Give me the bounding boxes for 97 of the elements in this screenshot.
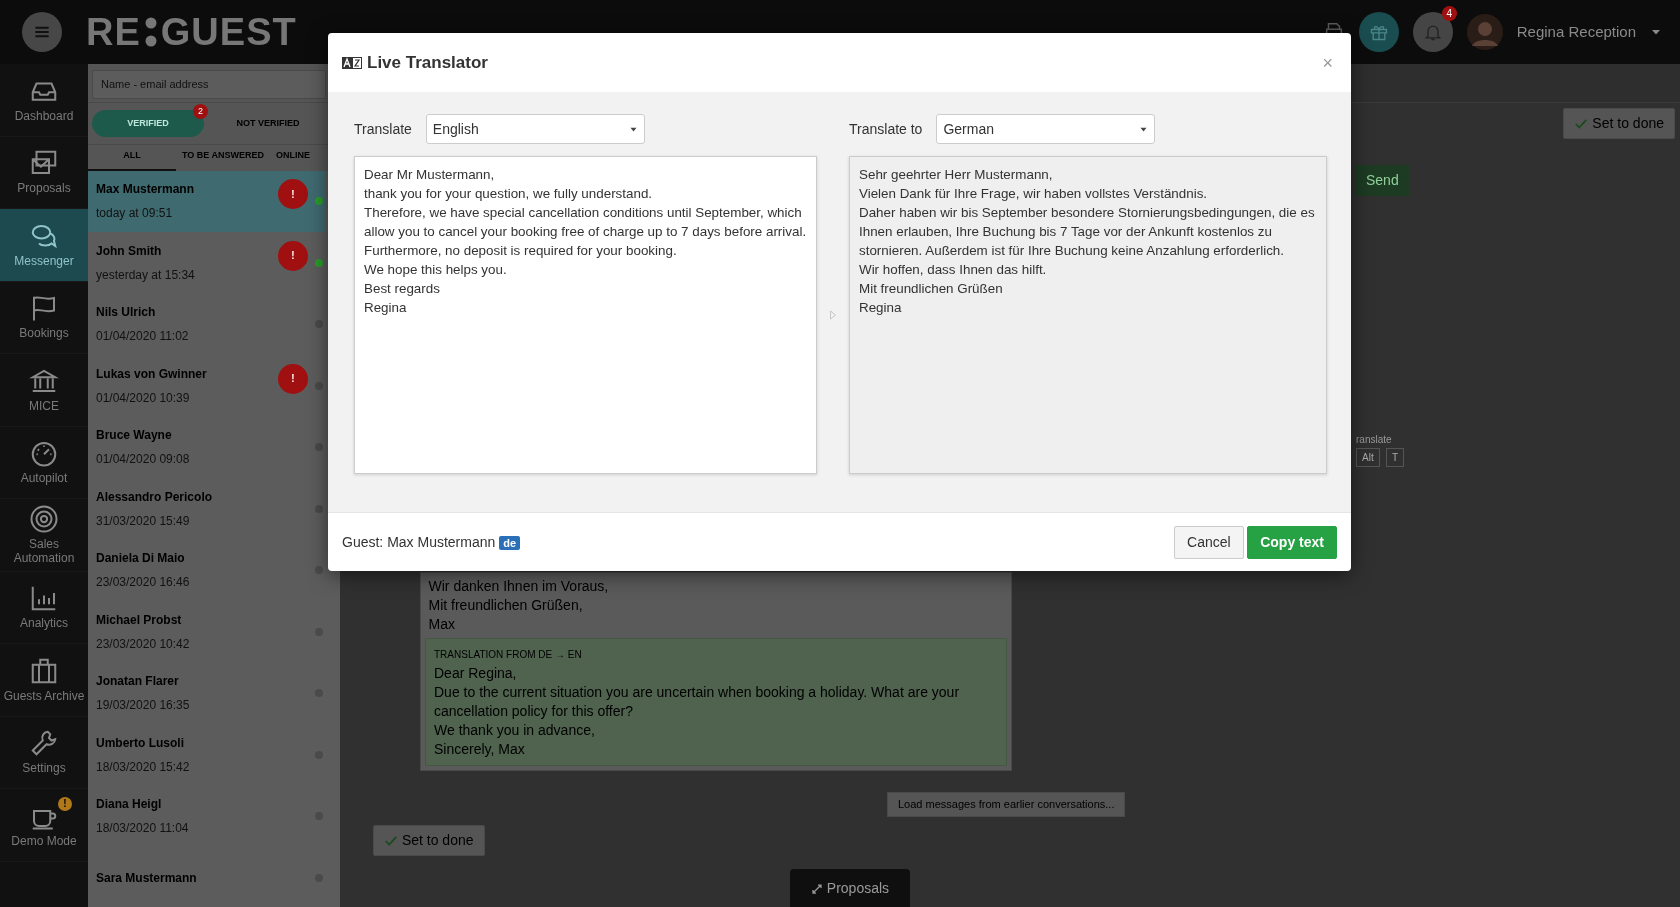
alert-badge: !: [278, 240, 308, 271]
filter-toggle[interactable]: NOT VERIFIED: [212, 109, 324, 138]
conversation-item[interactable]: Jonatan Flarer 19/03/2020 16:35: [88, 662, 326, 724]
language-select[interactable]: German: [936, 114, 1156, 144]
field-label: Translate: [354, 119, 412, 139]
contact-name: Jonatan Flarer: [96, 673, 180, 691]
copy-button[interactable]: Copy text: [1247, 525, 1337, 559]
notification-badge: 4: [1441, 6, 1457, 21]
conversation-item[interactable]: Diana Heigl 18/03/2020 11:04: [88, 785, 326, 847]
guest-label: Guest: Max Mustermann: [342, 533, 496, 550]
close-button[interactable]: ×: [1318, 53, 1337, 72]
tab[interactable]: TO BE ANSWERED: [176, 145, 270, 171]
language-select[interactable]: English: [425, 114, 645, 144]
output-field[interactable]: Sehr geehrter Herr Mustermann, Vielen Dank für Ihre Frage, wir haben vollstes Verständnis. Daher haben wir bis September besondere Stornierungsbedingungen, die es Ihnen erlauben, Ihre Buchung bis 7 Tage vor der Ankunft kostenlos zu stornieren. Außerdem ist für Ihre Buchung keine Anzahlung erforderlich. Wir hoffen, dass Ihnen das hilft. Mit freundlichen Grüßen Regina: [849, 156, 1327, 474]
colon-dots-icon: [144, 16, 157, 48]
count-badge: 2: [193, 103, 208, 119]
sidebar-label: Sales Automation: [12, 537, 76, 566]
translation-line: Sincerely, Max: [434, 740, 526, 759]
timestamp: 18/03/2020 11:04: [96, 820, 190, 838]
search-field[interactable]: Name - email address: [92, 70, 326, 99]
timestamp: 18/03/2020 15:42: [96, 758, 191, 776]
translate-icon: [342, 56, 362, 69]
set-to-done-button[interactable]: Set to done: [1563, 108, 1675, 139]
sidebar-label: Settings: [22, 762, 66, 777]
contact-name: John Smith: [96, 242, 163, 260]
sidebar-label: Proposals: [17, 182, 71, 197]
timestamp: 31/03/2020 15:49: [96, 512, 191, 530]
proposals-tab[interactable]: Proposals: [790, 869, 910, 907]
alert-badge: !: [278, 363, 308, 394]
timestamp: 23/03/2020 10:42: [96, 635, 191, 653]
contact-name: Max Mustermann: [96, 181, 196, 199]
hint-text: ranslate: [1356, 433, 1392, 447]
warning-badge: !: [58, 797, 72, 811]
translation-line: Dear Regina,: [434, 664, 518, 683]
expand-icon: [810, 882, 823, 895]
timestamp: 19/03/2020 16:35: [96, 697, 191, 715]
menu-button[interactable]: [22, 12, 62, 52]
contact-name: Nils Ulrich: [96, 304, 157, 322]
contact-name: Sara Mustermann: [96, 869, 198, 887]
message-line: Max: [427, 615, 456, 634]
load-more-button[interactable]: Load messages from earlier conversations...: [887, 792, 1126, 817]
set-to-done-button[interactable]: Set to done: [373, 825, 485, 856]
sidebar-label: Analytics: [20, 617, 68, 632]
gift-button[interactable]: [1358, 12, 1399, 52]
send-button[interactable]: Send: [1356, 165, 1409, 196]
logo-text: GUEST: [160, 13, 297, 51]
timestamp: 01/04/2020 09:08: [96, 451, 191, 469]
timestamp: 01/04/2020 11:02: [96, 328, 190, 346]
target-icon: [29, 503, 59, 534]
conversation-item[interactable]: Michael Probst 23/03/2020 10:42: [88, 601, 326, 663]
contact-name: Bruce Wayne: [96, 427, 173, 445]
alert-badge: !: [278, 179, 308, 210]
modal-title: Live Translator: [367, 51, 488, 74]
timestamp: 01/04/2020 10:39: [96, 389, 191, 407]
keyboard-key: Alt: [1356, 448, 1380, 467]
timestamp: 23/03/2020 16:46: [96, 574, 191, 592]
contact-name: Alessandro Pericolo: [96, 488, 214, 506]
sidebar-label: Bookings: [19, 327, 69, 342]
conversation-item[interactable]: Nils Ulrich 01/04/2020 11:02: [88, 293, 326, 355]
contact-name: Umberto Lusoli: [96, 734, 185, 752]
timestamp: yesterday at 15:34: [96, 266, 196, 284]
contact-name: Michael Probst: [96, 611, 183, 629]
translation-line: Due to the current situation you are uncertain when booking a holiday. What are your cancellation policy for this offer?: [434, 683, 961, 721]
sidebar-label: Messenger: [14, 254, 74, 269]
message-line: Wir danken Ihnen im Voraus,: [427, 577, 610, 596]
contact-name: Diana Heigl: [96, 796, 163, 814]
user-menu[interactable]: Regina Reception: [1516, 20, 1636, 44]
contact-name: Lukas von Gwinner: [96, 365, 208, 383]
tab[interactable]: ONLINE: [270, 145, 317, 171]
sidebar-label: MICE: [29, 399, 59, 414]
message-line: Mit freundlichen Grüßen,: [427, 596, 584, 615]
arrow-right-icon: [827, 307, 839, 323]
input-field[interactable]: Dear Mr Mustermann, thank you for your question, we fully understand. Therefore, we have special cancellation conditions until September, which allow you to cancel your booking free of charge up to 7 days before arrival. Furthermore, no deposit is required for your booking. We hope this helps you. Best regards Regina: [354, 156, 817, 474]
conversation-item[interactable]: Sara Mustermann: [88, 847, 326, 907]
sidebar-label: Demo Mode: [11, 834, 77, 849]
conversation-item[interactable]: Alessandro Pericolo 31/03/2020 15:49: [88, 478, 326, 540]
conversation-item[interactable]: Lukas von Gwinner 01/04/2020 10:39 !: [88, 355, 326, 417]
wrench-icon: [29, 728, 59, 759]
conversation-item[interactable]: Bruce Wayne 01/04/2020 09:08: [88, 416, 326, 478]
conversation-item[interactable]: John Smith yesterday at 15:34 !: [88, 232, 326, 294]
conversation-item[interactable]: Max Mustermann today at 09:51 !: [88, 170, 326, 232]
sidebar-label: Dashboard: [14, 109, 74, 124]
logo-text: RE: [86, 13, 141, 51]
conversation-item[interactable]: Umberto Lusoli 18/03/2020 15:42: [88, 724, 326, 786]
contact-name: Daniela Di Maio: [96, 550, 186, 568]
field-label: Translate to: [849, 119, 923, 139]
cancel-button[interactable]: Cancel: [1174, 525, 1244, 559]
language-badge: de: [499, 535, 521, 550]
timestamp: today at 09:51: [96, 205, 174, 223]
translation-line: We thank you in advance,: [434, 721, 596, 740]
sidebar-item[interactable]: Messenger: [0, 209, 88, 282]
keyboard-key: T: [1386, 448, 1405, 467]
sidebar-label: Autopilot: [20, 472, 68, 487]
avatar[interactable]: [1466, 14, 1503, 50]
translation-label: TRANSLATION FROM DE → EN: [434, 648, 583, 662]
conversation-item[interactable]: Daniela Di Maio 23/03/2020 16:46: [88, 539, 326, 601]
sidebar-label: Guests Archive: [3, 689, 85, 704]
